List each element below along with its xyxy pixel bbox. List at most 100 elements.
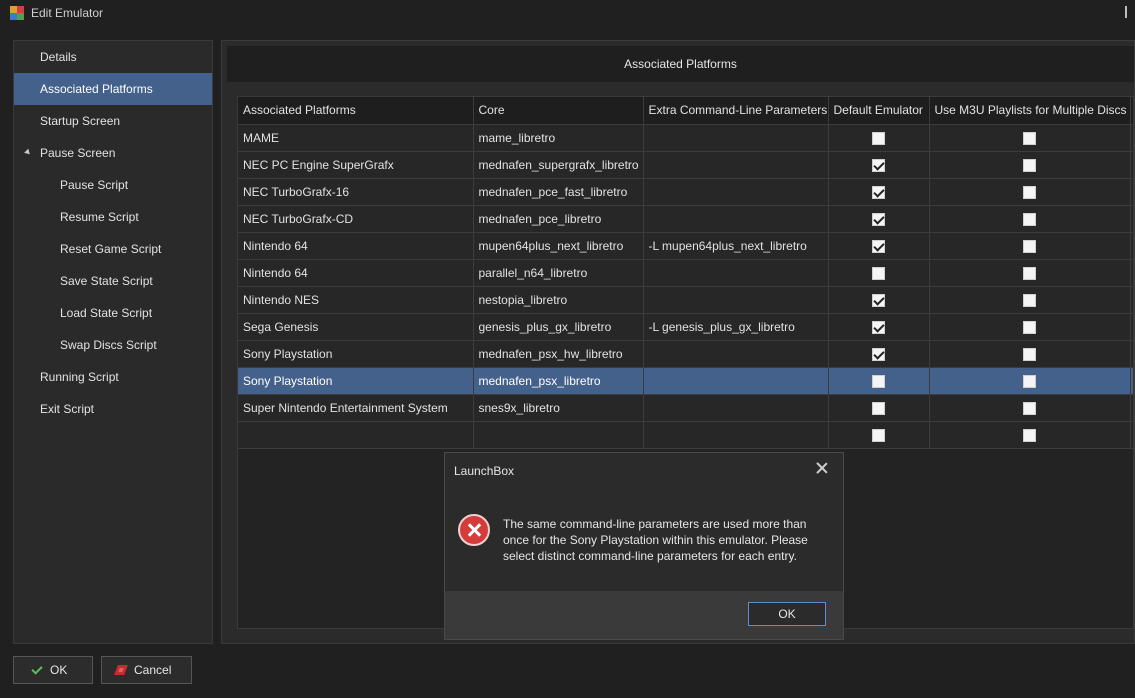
- m3u-checkbox[interactable]: [1023, 212, 1036, 226]
- cell-params[interactable]: [643, 205, 829, 233]
- table-row[interactable]: Super Nintendo Entertainment System snes9…: [238, 394, 1133, 422]
- m3u-checkbox[interactable]: [1023, 401, 1036, 415]
- table-row[interactable]: NEC TurboGrafx-CD mednafen_pce_libretro: [238, 205, 1133, 233]
- window-control-icon[interactable]: [1119, 0, 1131, 26]
- default-checkbox[interactable]: [872, 347, 885, 361]
- default-checkbox[interactable]: [872, 131, 885, 145]
- cell-core[interactable]: snes9x_libretro: [473, 394, 644, 422]
- sidebar-item-label: Reset Game Script: [60, 242, 162, 256]
- column-header-platform[interactable]: Associated Platforms: [238, 97, 474, 125]
- table-row[interactable]: [238, 421, 1133, 449]
- cell-params[interactable]: [643, 178, 829, 206]
- ok-button[interactable]: OK: [13, 656, 93, 684]
- cell-platform[interactable]: MAME: [238, 124, 474, 152]
- default-checkbox[interactable]: [872, 293, 885, 307]
- cell-params[interactable]: [643, 340, 829, 368]
- table-row[interactable]: Sega Genesis genesis_plus_gx_libretro -L g…: [238, 313, 1133, 341]
- cell-core[interactable]: mednafen_psx_hw_libretro: [473, 340, 644, 368]
- cell-params[interactable]: [643, 286, 829, 314]
- cell-platform[interactable]: Sony Playstation: [238, 340, 474, 368]
- cell-core[interactable]: mednafen_pce_libretro: [473, 205, 644, 233]
- cell-platform[interactable]: [238, 421, 474, 449]
- table-row[interactable]: Sony Playstation mednafen_psx_libretro: [238, 367, 1133, 395]
- default-checkbox[interactable]: [872, 239, 885, 253]
- default-checkbox[interactable]: [872, 158, 885, 172]
- cell-platform[interactable]: NEC TurboGrafx-CD: [238, 205, 474, 233]
- m3u-checkbox[interactable]: [1023, 428, 1036, 442]
- cell-platform[interactable]: Nintendo 64: [238, 232, 474, 260]
- sidebar-item-swap-discs-script[interactable]: Swap Discs Script: [14, 329, 212, 361]
- table-row[interactable]: NEC TurboGrafx-16 mednafen_pce_fast_libre…: [238, 178, 1133, 206]
- default-checkbox[interactable]: [872, 212, 885, 226]
- default-checkbox[interactable]: [872, 374, 885, 388]
- default-checkbox[interactable]: [872, 320, 885, 334]
- cancel-button[interactable]: Cancel: [101, 656, 192, 684]
- sidebar-item-label: Details: [40, 50, 77, 64]
- column-header-default[interactable]: Default Emulator: [828, 97, 930, 125]
- sidebar-item-reset-game-script[interactable]: Reset Game Script: [14, 233, 212, 265]
- table-row[interactable]: NEC PC Engine SuperGrafx mednafen_supergr…: [238, 151, 1133, 179]
- column-header-extra[interactable]: [1130, 97, 1133, 125]
- sidebar-item-associated-platforms[interactable]: Associated Platforms: [14, 73, 212, 105]
- cell-params[interactable]: [643, 394, 829, 422]
- sidebar-item-label: Save State Script: [60, 274, 153, 288]
- cell-platform[interactable]: Sega Genesis: [238, 313, 474, 341]
- sidebar-item-load-state-script[interactable]: Load State Script: [14, 297, 212, 329]
- cell-platform[interactable]: Nintendo 64: [238, 259, 474, 287]
- column-header-params[interactable]: Extra Command-Line Parameters: [643, 97, 829, 125]
- cell-core[interactable]: nestopia_libretro: [473, 286, 644, 314]
- default-checkbox[interactable]: [872, 401, 885, 415]
- cell-platform[interactable]: NEC PC Engine SuperGrafx: [238, 151, 474, 179]
- cell-params[interactable]: [643, 151, 829, 179]
- m3u-checkbox[interactable]: [1023, 158, 1036, 172]
- dialog-ok-button[interactable]: OK: [748, 602, 826, 626]
- sidebar-item-exit-script[interactable]: Exit Script: [14, 393, 212, 425]
- cell-core[interactable]: mednafen_pce_fast_libretro: [473, 178, 644, 206]
- cell-core[interactable]: [473, 421, 644, 449]
- sidebar-item-pause-script[interactable]: Pause Script: [14, 169, 212, 201]
- table-row[interactable]: Nintendo NES nestopia_libretro: [238, 286, 1133, 314]
- cell-platform[interactable]: Sony Playstation: [238, 367, 474, 395]
- table-row[interactable]: Nintendo 64 mupen64plus_next_libretro -L m…: [238, 232, 1133, 260]
- m3u-checkbox[interactable]: [1023, 320, 1036, 334]
- cell-params[interactable]: -L mupen64plus_next_libretro: [643, 232, 829, 260]
- table-row[interactable]: Sony Playstation mednafen_psx_hw_libretro: [238, 340, 1133, 368]
- cell-core[interactable]: mednafen_psx_libretro: [473, 367, 644, 395]
- cell-core[interactable]: genesis_plus_gx_libretro: [473, 313, 644, 341]
- cell-params[interactable]: -L genesis_plus_gx_libretro: [643, 313, 829, 341]
- m3u-checkbox[interactable]: [1023, 347, 1036, 361]
- cell-platform[interactable]: Nintendo NES: [238, 286, 474, 314]
- cell-platform[interactable]: Super Nintendo Entertainment System: [238, 394, 474, 422]
- cell-platform[interactable]: NEC TurboGrafx-16: [238, 178, 474, 206]
- m3u-checkbox[interactable]: [1023, 293, 1036, 307]
- m3u-checkbox[interactable]: [1023, 374, 1036, 388]
- cell-core[interactable]: mame_libretro: [473, 124, 644, 152]
- m3u-checkbox[interactable]: [1023, 266, 1036, 280]
- cell-core[interactable]: mednafen_supergrafx_libretro: [473, 151, 644, 179]
- sidebar-item-resume-script[interactable]: Resume Script: [14, 201, 212, 233]
- sidebar-item-details[interactable]: Details: [14, 41, 212, 73]
- sidebar-item-startup-screen[interactable]: Startup Screen: [14, 105, 212, 137]
- table-row[interactable]: MAME mame_libretro: [238, 124, 1133, 152]
- cell-core[interactable]: parallel_n64_libretro: [473, 259, 644, 287]
- table-row[interactable]: Nintendo 64 parallel_n64_libretro: [238, 259, 1133, 287]
- cell-params[interactable]: [643, 421, 829, 449]
- expand-arrow-icon[interactable]: [24, 148, 32, 157]
- close-icon[interactable]: [815, 461, 829, 475]
- column-header-m3u[interactable]: Use M3U Playlists for Multiple Discs: [929, 97, 1131, 125]
- m3u-checkbox[interactable]: [1023, 185, 1036, 199]
- sidebar-item-pause-screen[interactable]: Pause Screen: [14, 137, 212, 169]
- cell-m3u: [929, 421, 1131, 449]
- m3u-checkbox[interactable]: [1023, 239, 1036, 253]
- default-checkbox[interactable]: [872, 428, 885, 442]
- sidebar-item-running-script[interactable]: Running Script: [14, 361, 212, 393]
- default-checkbox[interactable]: [872, 185, 885, 199]
- cell-params[interactable]: [643, 124, 829, 152]
- cell-params[interactable]: [643, 259, 829, 287]
- cell-core[interactable]: mupen64plus_next_libretro: [473, 232, 644, 260]
- cell-params[interactable]: [643, 367, 829, 395]
- sidebar-item-save-state-script[interactable]: Save State Script: [14, 265, 212, 297]
- column-header-core[interactable]: Core: [473, 97, 644, 125]
- m3u-checkbox[interactable]: [1023, 131, 1036, 145]
- default-checkbox[interactable]: [872, 266, 885, 280]
